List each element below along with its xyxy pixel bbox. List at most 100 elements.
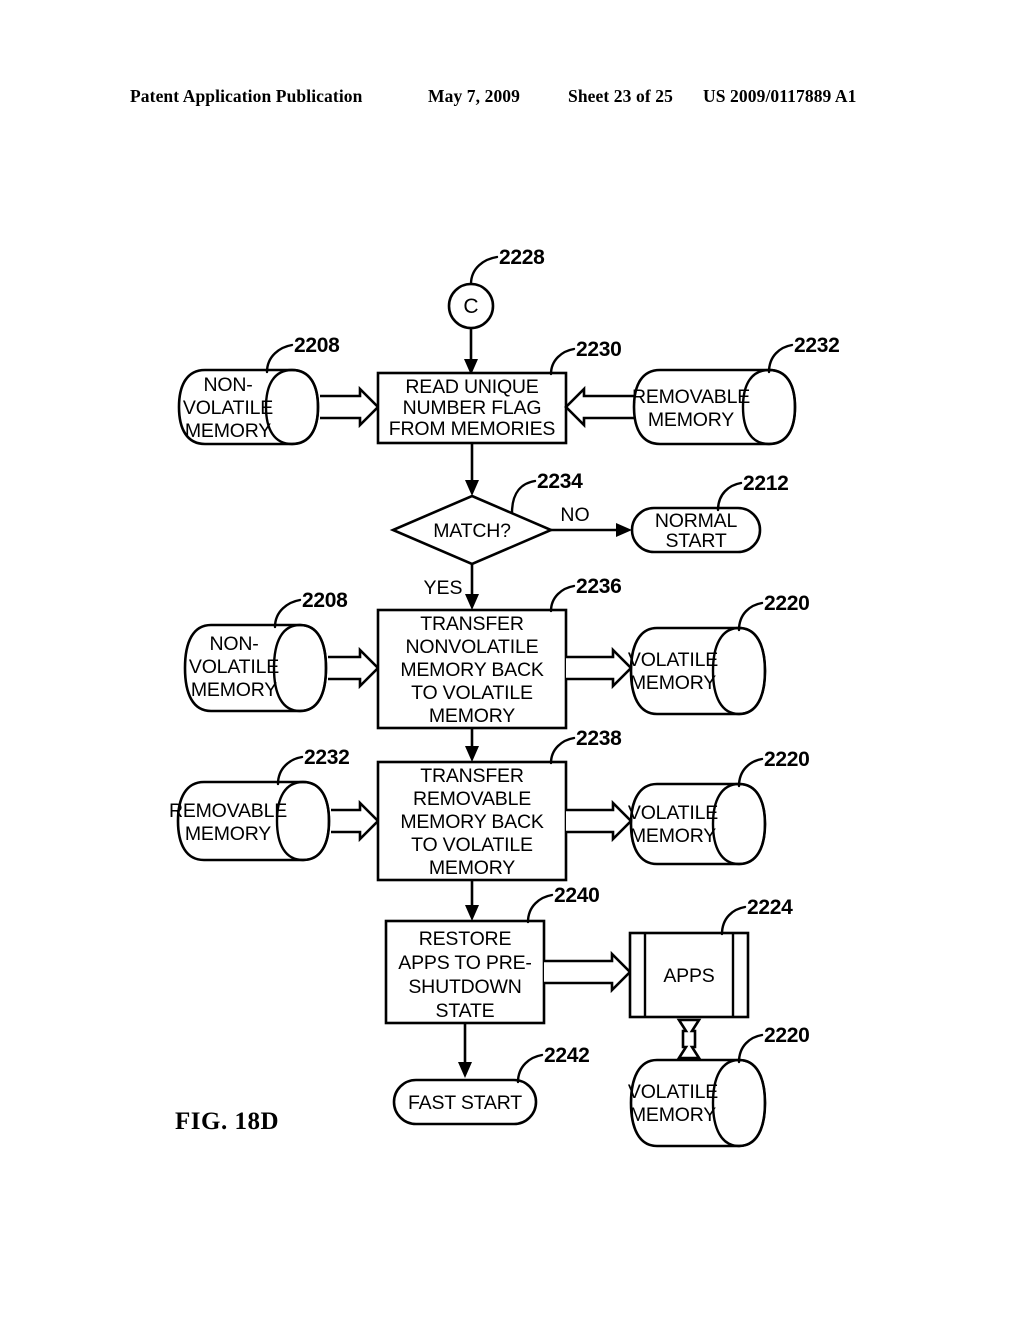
node-label-line: MEMORY — [429, 857, 515, 879]
node-label-line: VOLATILE — [189, 656, 279, 678]
connector-c-node: C — [447, 282, 495, 330]
node-label-line: RESTORE — [419, 928, 512, 950]
node-label-line: MATCH? — [433, 520, 511, 542]
ref-number-2220-row2: 2220 — [764, 592, 810, 615]
node-transfer-removable: TRANSFER REMOVABLE MEMORY BACK TO VOLATI… — [376, 760, 568, 882]
node-label-line: MEMORY BACK — [400, 659, 544, 681]
node-label-line: STATE — [436, 1000, 495, 1022]
node-label-line: VOLATILE — [628, 802, 718, 824]
leader-2238 — [549, 736, 576, 765]
leader-2232-top — [767, 343, 794, 374]
node-removable-memory-top: REMOVABLE MEMORY — [632, 368, 797, 446]
node-label-line: NON- — [209, 633, 258, 655]
node-label-line: MEMORY — [185, 823, 271, 845]
double-arrow-apps-volatile — [676, 1018, 702, 1060]
node-label-line: READ UNIQUE — [405, 376, 538, 398]
block-arrow-nvm-to-transfer-nvm — [328, 646, 380, 690]
node-label-line: VOLATILE — [628, 649, 718, 671]
node-label-line: NORMAL — [655, 510, 738, 532]
node-label-line: MEMORY — [648, 409, 734, 431]
arrowhead-yes-to-transfer-nvm — [465, 594, 479, 610]
ref-number-2230: 2230 — [576, 338, 622, 361]
node-label-line: REMOVABLE — [413, 788, 531, 810]
node-label-line: MEMORY — [630, 672, 716, 694]
leader-2220-row3 — [737, 757, 764, 788]
block-arrow-removable-to-read — [564, 385, 634, 429]
leader-2232-mid — [276, 755, 304, 786]
arrowhead-to-transfer-removable — [465, 746, 479, 762]
block-arrow-restore-to-apps — [544, 950, 632, 994]
leader-2208-mid — [273, 598, 302, 629]
node-label-line: TRANSFER — [420, 613, 524, 635]
node-label-line: MEMORY BACK — [400, 811, 544, 833]
node-restore-apps: RESTORE APPS TO PRE- SHUTDOWN STATE — [384, 919, 546, 1025]
node-label-line: REMOVABLE — [632, 386, 750, 408]
node-label-line: VOLATILE — [183, 397, 273, 419]
block-arrow-transfer-removable-to-volatile — [566, 799, 633, 843]
node-label-line: MEMORY — [429, 705, 515, 727]
node-label-line: REMOVABLE — [169, 800, 287, 822]
block-arrow-transfer-nvm-to-volatile — [566, 646, 633, 690]
node-read-unique-number-flag: READ UNIQUE NUMBER FLAG FROM MEMORIES — [376, 371, 568, 445]
node-nonvolatile-memory-mid: NON- VOLATILE MEMORY — [183, 623, 328, 713]
node-match-decision: MATCH? — [389, 494, 555, 566]
patent-flowchart-diagram: C 2228 NON- VOLATILE MEMORY 2208 READ UN… — [0, 0, 1024, 1320]
block-arrow-removable-to-transfer — [331, 799, 380, 843]
node-label-line: MEMORY — [630, 825, 716, 847]
node-label-line: APPS — [663, 965, 714, 987]
node-label-line: NONVOLATILE — [406, 636, 539, 658]
node-label-line: FAST START — [408, 1092, 522, 1114]
node-volatile-memory-bottom: VOLATILE MEMORY — [628, 1058, 767, 1148]
leader-2236 — [549, 584, 576, 613]
leader-2240 — [526, 893, 554, 924]
node-label-line: VOLATILE — [628, 1081, 718, 1103]
ref-number-2224: 2224 — [747, 896, 793, 919]
ref-number-2238: 2238 — [576, 727, 622, 750]
node-label-line: MEMORY — [630, 1104, 716, 1126]
node-label-line: TRANSFER — [420, 765, 524, 787]
leader-2234 — [510, 479, 537, 515]
leader-2220-row2 — [737, 601, 764, 632]
connector-c-letter: C — [463, 295, 478, 318]
ref-number-2220-bottom: 2220 — [764, 1024, 810, 1047]
node-fast-start: FAST START — [392, 1078, 538, 1126]
node-label-line: NON- — [203, 374, 252, 396]
node-label-line: TO VOLATILE — [411, 682, 533, 704]
branch-label-no: NO — [560, 504, 589, 526]
node-label-line: START — [665, 530, 726, 552]
arrowhead-read-to-match — [465, 480, 479, 496]
ref-number-2220-row3: 2220 — [764, 748, 810, 771]
ref-number-2240: 2240 — [554, 884, 600, 907]
node-apps: APPS — [628, 931, 750, 1019]
node-label-line: NUMBER FLAG — [403, 397, 542, 419]
node-volatile-memory-row2: VOLATILE MEMORY — [628, 626, 767, 716]
ref-number-2232-mid: 2232 — [304, 746, 350, 769]
leader-2220-bottom — [737, 1033, 764, 1064]
leader-2242 — [516, 1053, 544, 1084]
node-label-line: MEMORY — [191, 679, 277, 701]
ref-number-2232-top: 2232 — [794, 334, 840, 357]
leader-2230 — [549, 347, 576, 376]
node-nonvolatile-memory-top: NON- VOLATILE MEMORY — [177, 368, 320, 446]
leader-2212 — [716, 481, 743, 512]
node-label-line: APPS TO PRE- — [398, 952, 531, 974]
arrowhead-to-fast-start — [458, 1062, 472, 1078]
ref-number-2242: 2242 — [544, 1044, 590, 1067]
block-arrow-nvm-to-read — [320, 385, 380, 429]
ref-number-2234: 2234 — [537, 470, 583, 493]
node-transfer-nonvolatile: TRANSFER NONVOLATILE MEMORY BACK TO VOLA… — [376, 608, 568, 730]
arrowhead-to-restore-apps — [465, 905, 479, 921]
leader-2228 — [469, 255, 499, 286]
leader-2208-top — [265, 343, 294, 374]
ref-number-2208-mid: 2208 — [302, 589, 348, 612]
ref-number-2236: 2236 — [576, 575, 622, 598]
node-label-line: FROM MEMORIES — [389, 418, 556, 440]
node-label-line: MEMORY — [185, 420, 271, 442]
arrowhead-no-to-normal-start — [616, 523, 632, 537]
branch-label-yes: YES — [423, 577, 462, 599]
node-label-line: SHUTDOWN — [408, 976, 521, 998]
node-label-line: TO VOLATILE — [411, 834, 533, 856]
leader-2224 — [720, 905, 747, 936]
ref-number-2208-top: 2208 — [294, 334, 340, 357]
node-removable-memory-mid: REMOVABLE MEMORY — [169, 780, 331, 862]
